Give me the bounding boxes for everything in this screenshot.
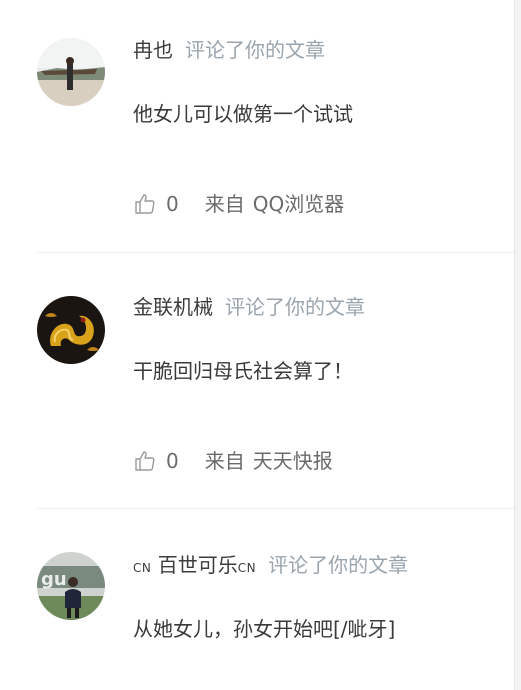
notification-list: 冉也 评论了你的文章 他女儿可以做第一个试试 0 来自 QQ浏览器 金联机械评论… xyxy=(0,0,521,690)
golden-dragon-avatar-icon xyxy=(37,296,105,364)
source-app: 天天快报 xyxy=(252,449,333,473)
comment-header: 金联机械 评论了你的文章 xyxy=(133,293,365,321)
thumbs-up-icon[interactable] xyxy=(133,449,157,473)
cn-prefix: CN xyxy=(133,561,152,575)
comment-text: 干脆回归母氏社会算了！ xyxy=(133,359,353,383)
user-name[interactable]: 百世可乐 xyxy=(158,553,238,577)
svg-text:gu: gu xyxy=(41,569,67,590)
comment-header: CN 百世可乐CN 评论了你的文章 xyxy=(133,551,408,582)
scrollbar-track[interactable] xyxy=(514,0,521,690)
action-text: 评论了你的文章 xyxy=(225,295,365,319)
user-name[interactable]: 金联机械 xyxy=(133,295,213,319)
comment-text: 他女儿可以做第一个试试 xyxy=(133,102,353,126)
avatar[interactable]: gu xyxy=(37,552,105,620)
like-count: 0 xyxy=(166,449,179,473)
landscape-photo-avatar-icon xyxy=(37,38,105,106)
source-app: QQ浏览器 xyxy=(252,192,345,216)
from-label: 来自 xyxy=(204,449,245,473)
avatar[interactable] xyxy=(37,38,105,106)
person-photo-avatar-icon: gu xyxy=(37,552,105,620)
like-count: 0 xyxy=(166,192,179,216)
comment-meta: 0 来自 QQ浏览器 xyxy=(133,190,344,218)
from-label: 来自 xyxy=(204,192,245,216)
comment-item: 冉也 评论了你的文章 他女儿可以做第一个试试 0 来自 QQ浏览器 xyxy=(0,0,515,252)
avatar[interactable] xyxy=(37,296,105,364)
thumbs-up-icon[interactable] xyxy=(133,192,157,216)
cn-suffix: CN xyxy=(237,561,257,575)
action-text: 评论了你的文章 xyxy=(268,553,409,577)
action-text: 评论了你的文章 xyxy=(185,38,325,62)
comment-header: 冉也 评论了你的文章 xyxy=(133,36,325,64)
comment-meta: 0 来自 天天快报 xyxy=(133,447,333,475)
user-name[interactable]: 冉也 xyxy=(133,38,173,62)
comment-item: gu CN 百世可乐CN 评论了你的文章 从她女儿，孙女开始吧[/呲牙] xyxy=(0,509,515,690)
comment-item: 金联机械 评论了你的文章 干脆回归母氏社会算了！ 0 来自 天天快报 xyxy=(0,253,515,508)
comment-text: 从她女儿，孙女开始吧[/呲牙] xyxy=(133,617,396,641)
